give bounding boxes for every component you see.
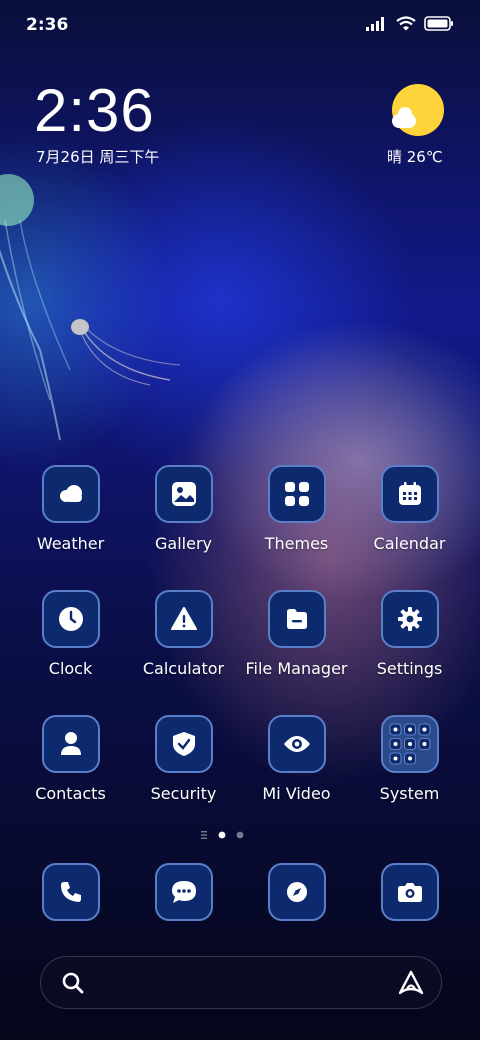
compass-icon	[267, 863, 326, 921]
app-label: Settings	[376, 659, 443, 678]
file-manager-icon	[267, 590, 326, 648]
status-time: 2:36	[26, 15, 69, 35]
gallery-icon	[154, 465, 213, 523]
app-label: Themes	[264, 534, 329, 553]
app-settings[interactable]: Settings	[353, 590, 466, 678]
app-calculator[interactable]: Calculator	[127, 590, 240, 678]
calculator-icon	[154, 590, 213, 648]
weather-icon	[41, 465, 100, 523]
page-dot-active	[218, 831, 226, 839]
app-label: Security	[150, 784, 217, 803]
gear-icon	[380, 590, 439, 648]
app-label: Clock	[48, 659, 93, 678]
app-label: Calculator	[142, 659, 225, 678]
shield-icon	[154, 715, 213, 773]
battery-icon	[424, 16, 453, 31]
folder-icon	[380, 715, 439, 773]
messages-icon	[154, 863, 213, 921]
app-contacts[interactable]: Contacts	[14, 715, 127, 803]
app-label: Weather	[36, 534, 105, 553]
jellyfish-wallpaper-art	[0, 174, 181, 441]
phone-icon	[41, 863, 100, 921]
dock-phone[interactable]	[14, 863, 127, 921]
contacts-icon	[41, 715, 100, 773]
weather-text: 晴 26℃	[387, 148, 443, 166]
app-label: File Manager	[245, 659, 348, 678]
app-mi-video[interactable]: Mi Video	[240, 715, 353, 803]
eye-icon	[267, 715, 326, 773]
app-gallery[interactable]: Gallery	[127, 465, 240, 553]
cloud-icon	[392, 107, 416, 128]
lockscreen-clock-widget[interactable]: 2:36	[34, 76, 155, 145]
home-list-icon	[201, 831, 207, 839]
app-label: Calendar	[373, 534, 446, 553]
status-bar: 2:36	[0, 0, 480, 50]
calendar-icon	[380, 465, 439, 523]
app-security[interactable]: Security	[127, 715, 240, 803]
search-icon	[62, 972, 84, 994]
app-calendar[interactable]: Calendar	[353, 465, 466, 553]
page-dot	[236, 831, 244, 839]
app-label: Gallery	[155, 534, 212, 553]
app-weather[interactable]: Weather	[14, 465, 127, 553]
page-indicator[interactable]	[200, 829, 260, 841]
assistant-icon[interactable]	[397, 969, 425, 997]
date-label: 7月26日 周三下午	[36, 148, 160, 166]
app-system-folder[interactable]: System	[353, 715, 466, 803]
clock-icon	[41, 590, 100, 648]
wifi-icon	[396, 16, 416, 31]
themes-icon	[267, 465, 326, 523]
app-label: Mi Video	[262, 784, 331, 803]
dock-messages[interactable]	[127, 863, 240, 921]
signal-icon	[366, 16, 384, 31]
search-bar[interactable]	[40, 956, 442, 1009]
camera-icon	[380, 863, 439, 921]
dock-browser[interactable]	[240, 863, 353, 921]
app-clock[interactable]: Clock	[14, 590, 127, 678]
app-file-manager[interactable]: File Manager	[240, 590, 353, 678]
app-themes[interactable]: Themes	[240, 465, 353, 553]
dock-camera[interactable]	[353, 863, 466, 921]
app-label: Contacts	[35, 784, 106, 803]
app-label: System	[379, 784, 440, 803]
